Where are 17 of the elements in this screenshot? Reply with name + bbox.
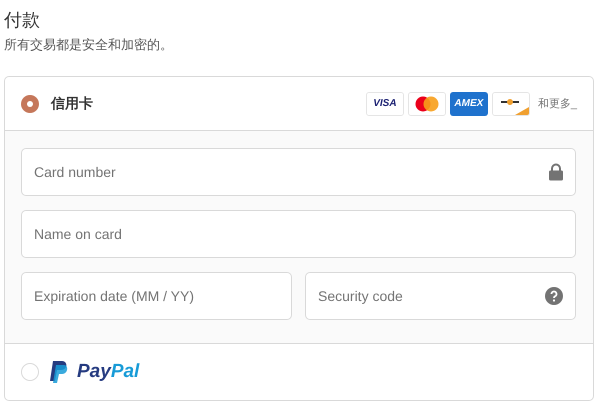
input-field[interactable]: Card number <box>21 148 576 196</box>
more-text: 和更多_ <box>538 97 577 111</box>
paypal-logo: PayPal <box>49 360 140 383</box>
lock-icon <box>549 164 563 180</box>
card-logo <box>492 92 530 116</box>
input-field[interactable]: Security code <box>305 272 576 320</box>
page-title: 付款 <box>4 9 41 32</box>
method-label: 信用卡 <box>51 94 94 112</box>
radio-button[interactable] <box>21 94 39 112</box>
subtitle: 所有交易都是安全和加密的。 <box>4 36 174 54</box>
radio-button[interactable] <box>21 363 39 381</box>
input-field[interactable]: Expiration date (MM / YY) <box>21 272 292 320</box>
help-icon[interactable] <box>545 287 563 305</box>
amex-logo: AMEX <box>450 92 488 116</box>
visa-logo: VISA <box>366 92 404 116</box>
mastercard-logo <box>408 92 446 116</box>
input-field[interactable]: Name on card <box>21 210 576 258</box>
